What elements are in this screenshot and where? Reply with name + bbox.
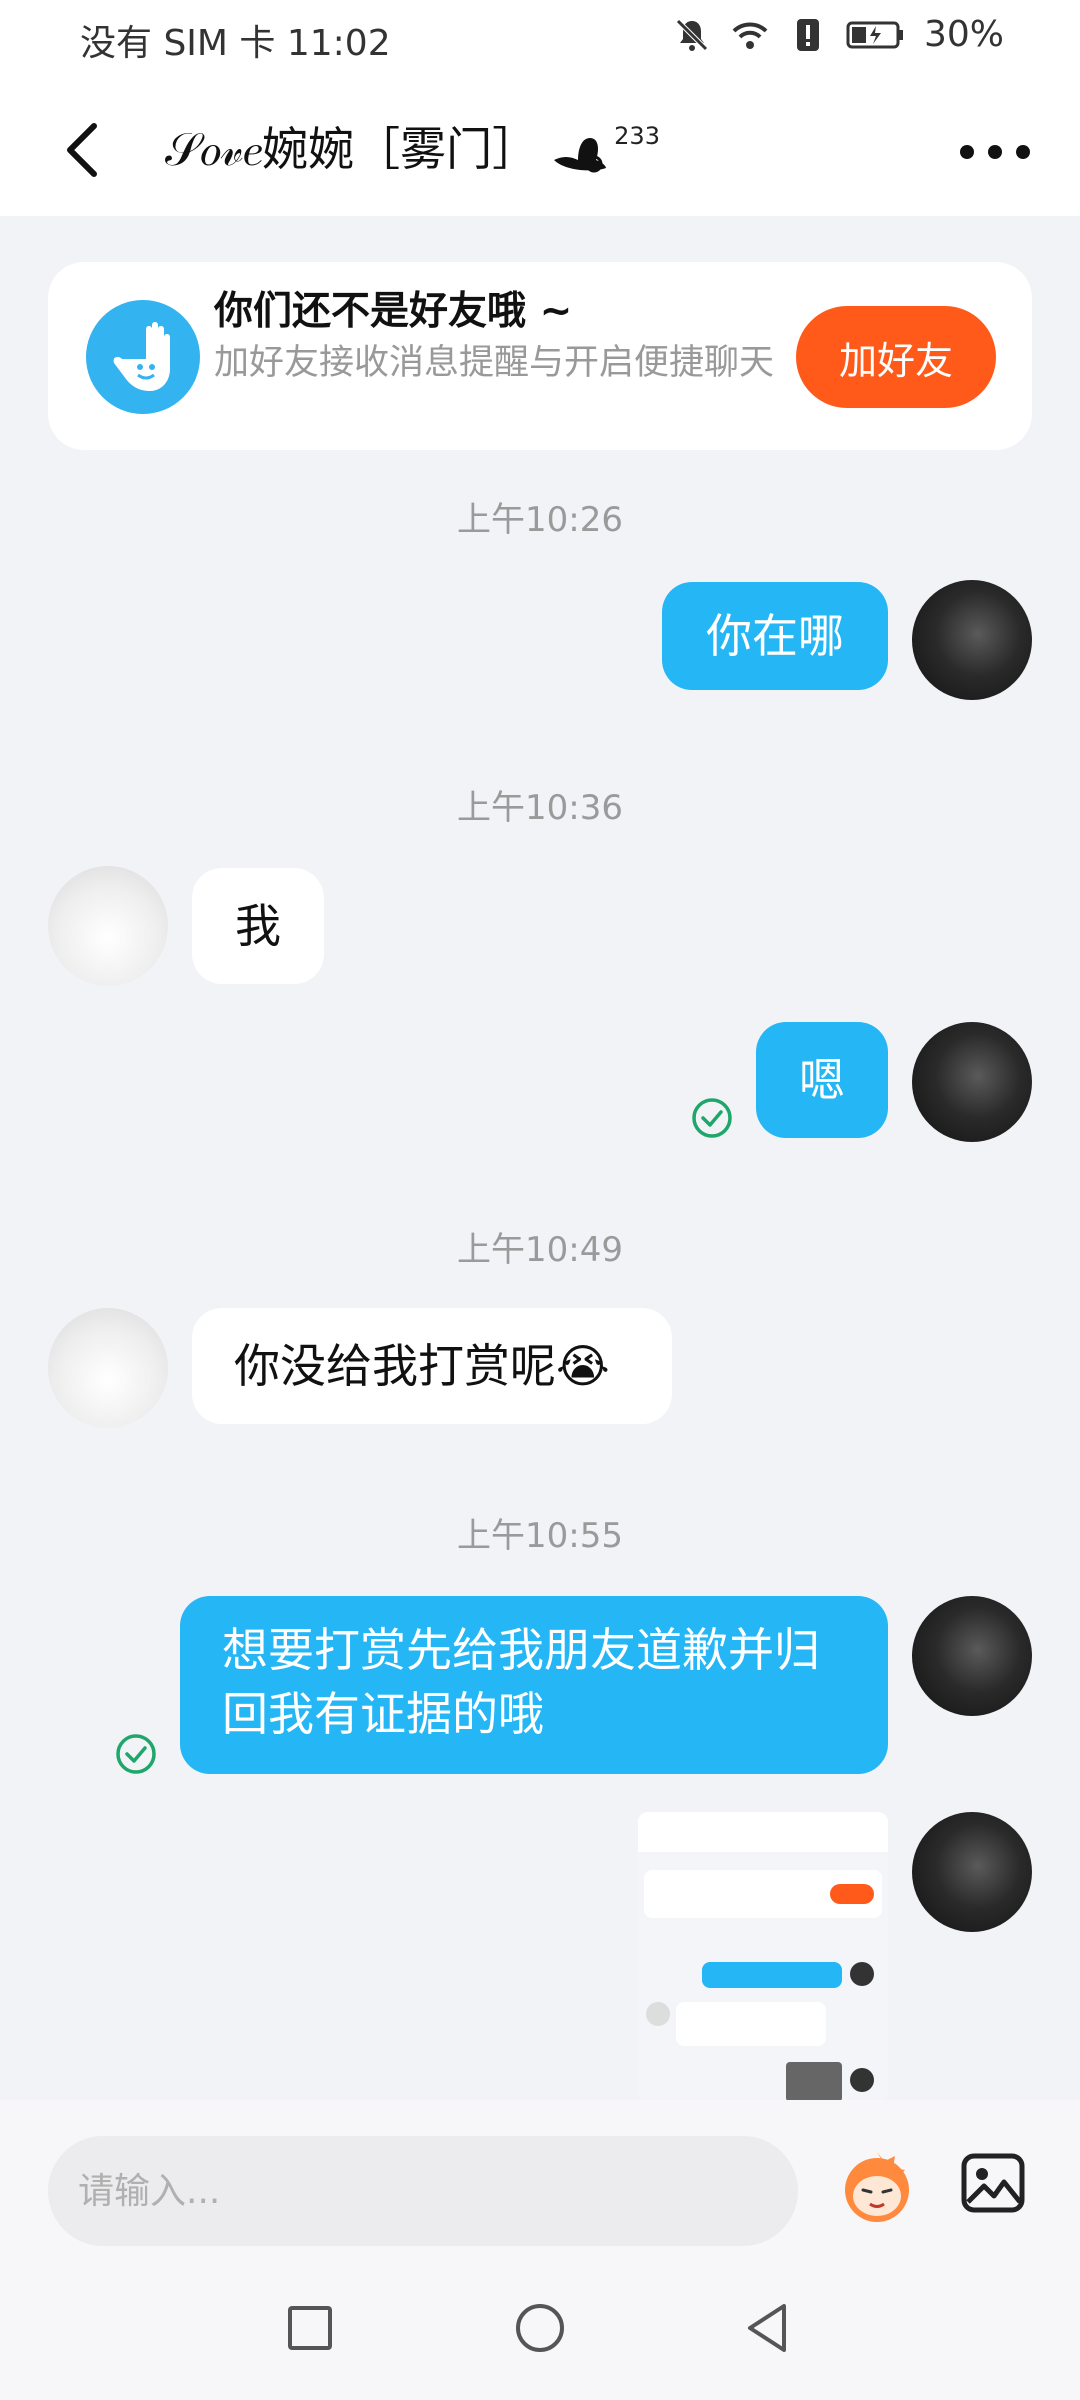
message-bubble-received[interactable]: 我: [192, 868, 324, 984]
timestamp: 上午10:49: [457, 1230, 623, 1270]
hat-icon: [554, 138, 607, 173]
banner-title: 你们还不是好友哦 ~: [214, 289, 573, 334]
avatar-me[interactable]: [912, 1022, 1032, 1142]
avatar-me[interactable]: [912, 580, 1032, 700]
chat-header: 𝒮𝑜𝓋𝑒婉婉［雾门］ 233: [0, 80, 1080, 216]
screenshot-image-message[interactable]: [638, 1812, 888, 2102]
avatar-me[interactable]: [912, 1812, 1032, 1932]
chat-screen: 没有 SIM 卡 11:02 30% 𝒮𝑜𝓋𝑒婉婉［雾门］ 233 你们还不是好…: [0, 0, 1080, 2400]
chat-title: 𝒮𝑜𝓋𝑒婉婉［雾门］: [165, 122, 539, 176]
timestamp: 上午10:26: [457, 500, 623, 540]
status-icons: 30%: [672, 14, 1004, 55]
read-check-icon: [692, 1098, 732, 1138]
home-circle-icon[interactable]: [510, 2298, 570, 2358]
avatar-contact[interactable]: [48, 866, 168, 986]
recents-square-icon[interactable]: [280, 2298, 340, 2358]
avatar-me[interactable]: [912, 1596, 1032, 1716]
message-bubble-received[interactable]: 你没给我打赏呢😭: [192, 1308, 672, 1424]
bell-off-icon: [676, 18, 708, 51]
system-nav-bar: [0, 2270, 1080, 2400]
battery-percent: 30%: [923, 14, 1004, 55]
add-friend-button[interactable]: 加好友: [796, 306, 996, 408]
add-friend-banner: 你们还不是好友哦 ~ 加好友接收消息提醒与开启便捷聊天 加好友: [48, 262, 1032, 450]
avatar-contact[interactable]: [48, 1308, 168, 1428]
read-check-icon: [116, 1734, 156, 1774]
message-bubble-sent[interactable]: 嗯: [756, 1022, 888, 1138]
back-triangle-icon[interactable]: [738, 2298, 798, 2358]
message-input[interactable]: [48, 2136, 798, 2246]
message-bubble-sent[interactable]: 想要打赏先给我朋友道歉并归回我有证据的哦: [180, 1596, 888, 1774]
fire-count: 233: [614, 122, 660, 150]
banner-subtitle: 加好友接收消息提醒与开启便捷聊天: [214, 343, 775, 383]
image-picker-icon[interactable]: [958, 2148, 1028, 2218]
more-dots-icon[interactable]: [960, 132, 1030, 172]
carrier-time: 没有 SIM 卡 11:02: [80, 23, 391, 64]
input-bar: [0, 2100, 1080, 2270]
alert-icon: [796, 18, 819, 51]
title-wrap[interactable]: 𝒮𝑜𝓋𝑒婉婉［雾门］ 233: [165, 114, 660, 184]
battery-charging-icon: [846, 21, 903, 48]
timestamp: 上午10:55: [457, 1516, 623, 1556]
timestamp: 上午10:36: [457, 788, 623, 828]
wave-hand-icon: [86, 300, 200, 414]
emoji-sticker-icon[interactable]: [832, 2140, 922, 2230]
message-bubble-sent[interactable]: 你在哪: [662, 582, 888, 690]
back-arrow-icon[interactable]: [50, 110, 120, 190]
wifi-icon: [732, 22, 768, 49]
status-bar: 没有 SIM 卡 11:02 30%: [0, 0, 1080, 80]
